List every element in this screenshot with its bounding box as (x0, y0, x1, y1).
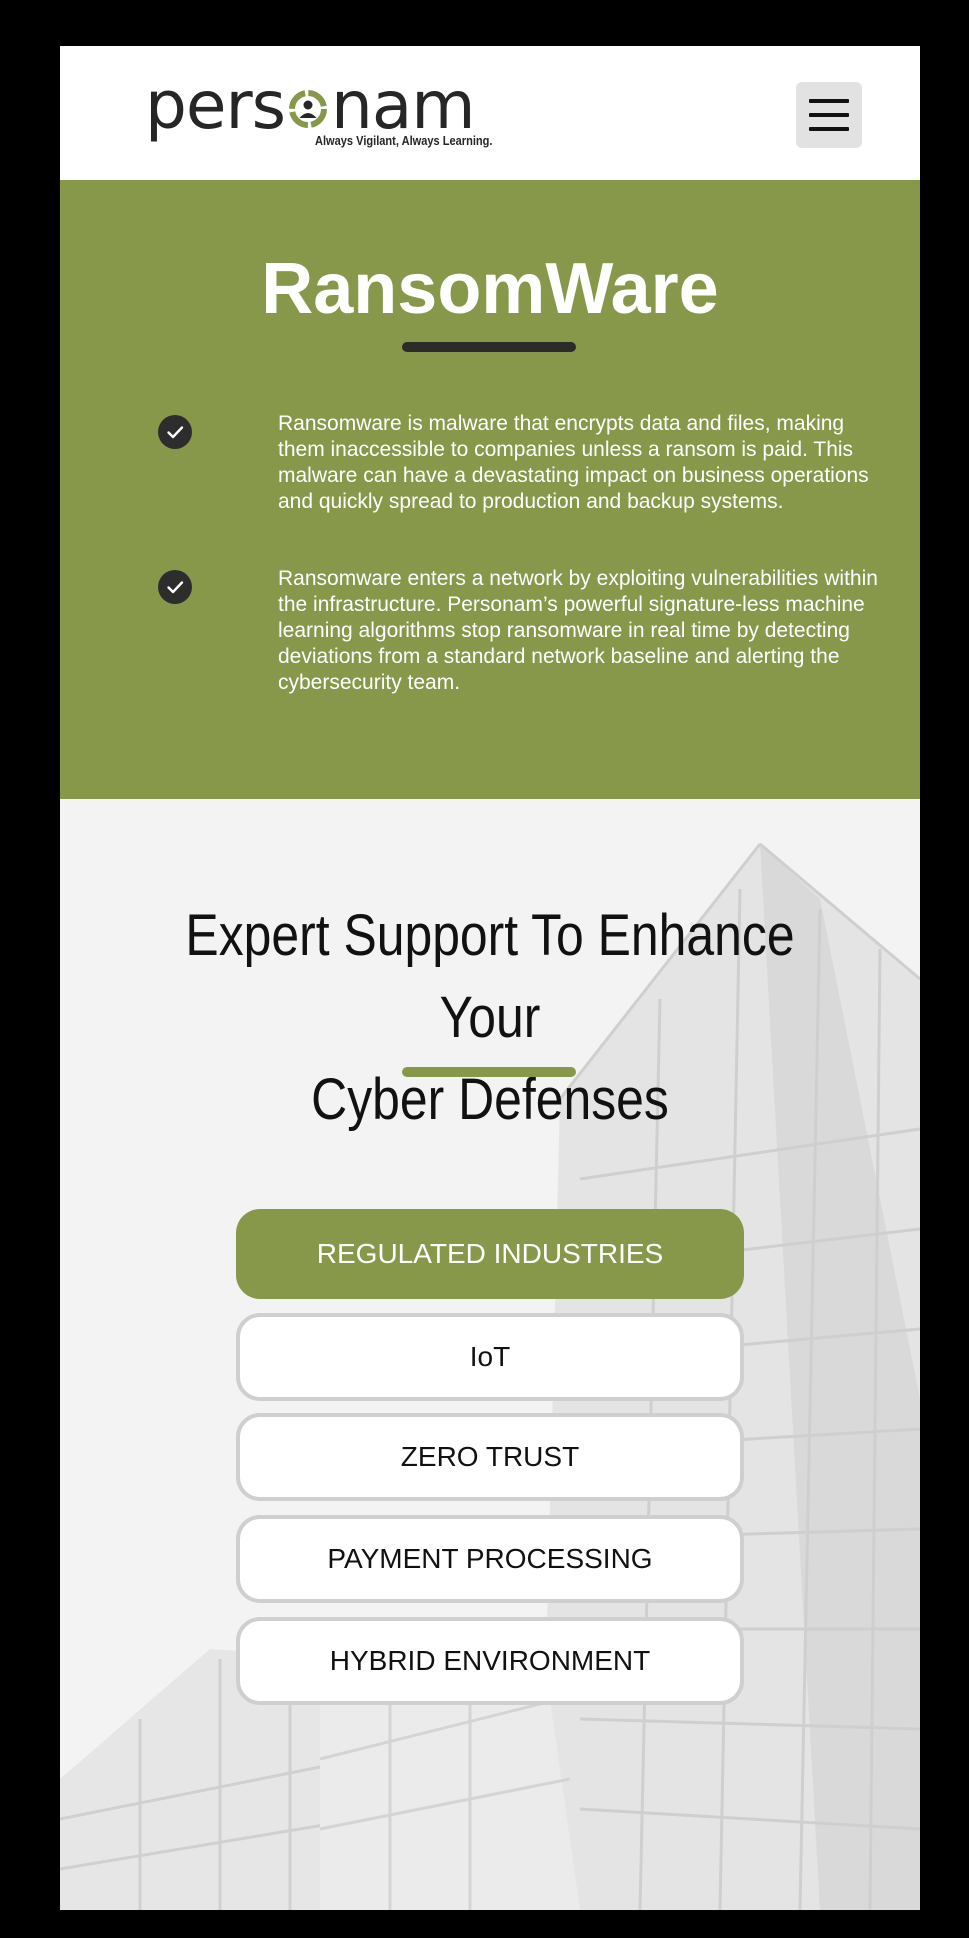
title-underline (402, 342, 576, 352)
site-header: pers nam Always Vigilant, Always Learnin… (60, 46, 920, 180)
page: pers nam Always Vigilant, Always Learnin… (60, 46, 920, 1910)
support-title-line1: Expert Support To Enhance Your (185, 903, 795, 1050)
option-zero-trust-button[interactable]: ZERO TRUST (236, 1413, 744, 1501)
support-title: Expert Support To Enhance Your Cyber Def… (172, 895, 808, 1141)
hamburger-menu-button[interactable] (796, 82, 862, 148)
bullet-text: Ransomware enters a network by exploitin… (278, 567, 878, 694)
option-regulated-industries-button[interactable]: REGULATED INDUSTRIES (236, 1209, 744, 1299)
logo-tagline: Always Vigilant, Always Learning. (315, 133, 493, 148)
expert-support-section: Expert Support To Enhance Your Cyber Def… (60, 799, 920, 1910)
option-payment-processing-button[interactable]: PAYMENT PROCESSING (236, 1515, 744, 1603)
check-circle-icon (158, 570, 192, 604)
check-circle-icon (158, 415, 192, 449)
logo-target-icon (287, 70, 329, 128)
hamburger-menu-icon (809, 99, 849, 103)
personam-logo[interactable]: pers nam Always Vigilant, Always Learnin… (145, 68, 495, 156)
option-iot-button[interactable]: IoT (236, 1313, 744, 1401)
option-hybrid-environment-button[interactable]: HYBRID ENVIRONMENT (236, 1617, 744, 1705)
bullet-text: Ransomware is malware that encrypts data… (278, 412, 869, 513)
hamburger-bar (809, 113, 849, 117)
logo-text-before: pers (145, 67, 286, 144)
hamburger-bar (809, 127, 849, 131)
support-title-underline (402, 1067, 576, 1077)
ransomware-section: RansomWare Ransomware is malware that en… (60, 180, 920, 799)
ransomware-title: RansomWare (261, 249, 719, 329)
